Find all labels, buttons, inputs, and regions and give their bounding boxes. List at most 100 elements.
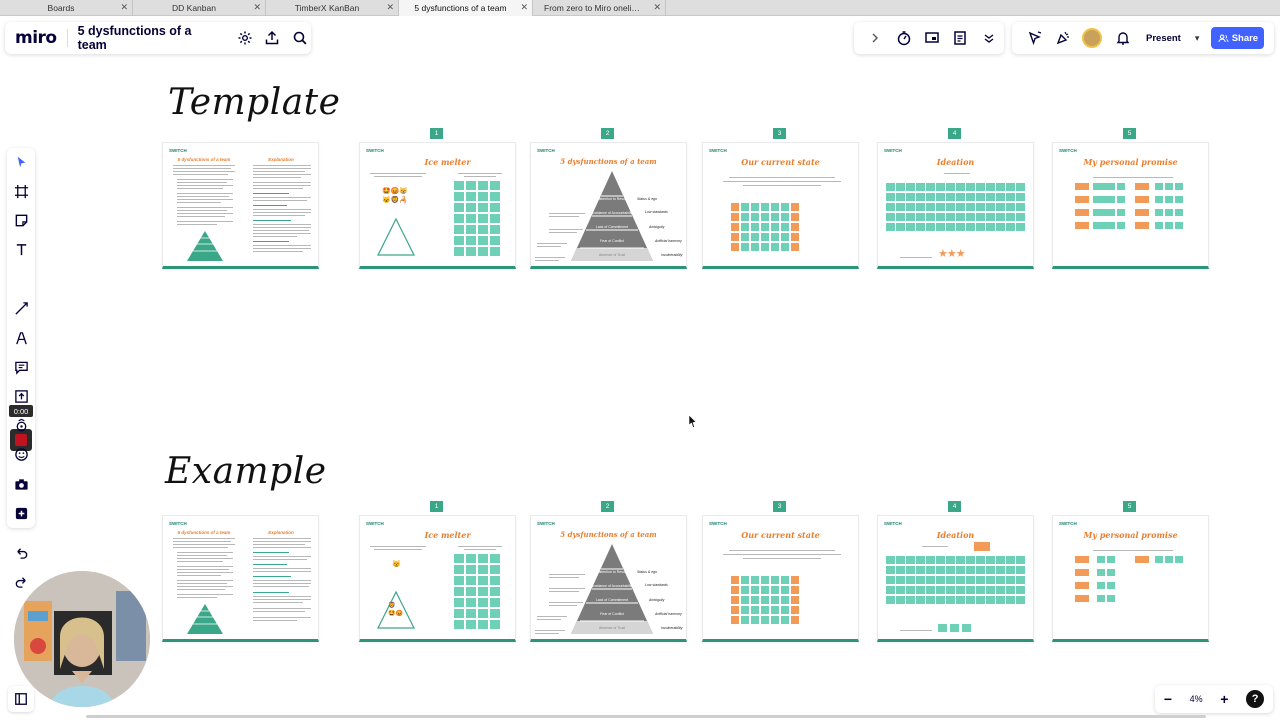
sticky-note xyxy=(454,192,464,201)
browser-tab-timberx[interactable]: TimberX KanBan ✕ xyxy=(266,0,399,16)
sticky-note xyxy=(466,192,476,201)
emoji-icon[interactable] xyxy=(7,442,35,466)
cursor-icon[interactable] xyxy=(1024,27,1046,49)
upload-icon[interactable] xyxy=(7,384,35,408)
sticky-note-icon[interactable] xyxy=(7,208,35,232)
pen-icon[interactable] xyxy=(7,326,35,350)
sticky-note xyxy=(490,565,500,574)
sticky-note xyxy=(466,609,476,618)
sticky-note xyxy=(986,183,995,191)
frame-ice-melter-template[interactable]: SWITCH Ice melter 🤩😡😸 🐱🦁🦂 xyxy=(359,142,516,269)
sticky-note xyxy=(751,606,759,614)
board-title[interactable]: 5 dysfunctions of a team xyxy=(78,24,222,52)
chevron-down-icon[interactable] xyxy=(978,27,1000,49)
frame-promise-example[interactable]: SWITCH My personal promise xyxy=(1052,515,1209,642)
sticky-note xyxy=(1175,556,1183,563)
close-tab-icon[interactable]: ✕ xyxy=(520,2,528,13)
comment-icon[interactable] xyxy=(7,355,35,379)
sticky-note xyxy=(896,596,905,604)
bell-icon[interactable] xyxy=(1112,27,1134,49)
sticky-note xyxy=(791,223,799,231)
horizontal-scrollbar[interactable] xyxy=(86,715,1206,718)
text-icon[interactable] xyxy=(7,237,35,261)
frame-intro-template[interactable]: SWITCH 5 dysfunctions of a team Explanat… xyxy=(162,142,319,269)
close-tab-icon[interactable]: ✕ xyxy=(386,2,394,13)
avatar[interactable] xyxy=(1082,28,1102,48)
close-tab-icon[interactable]: ✕ xyxy=(120,2,128,13)
shapes-icon[interactable] xyxy=(7,413,35,437)
frame-current-state-template[interactable]: SWITCH Our current state xyxy=(702,142,859,269)
sticky-note xyxy=(490,598,500,607)
sticky-note xyxy=(1006,183,1015,191)
webcam-video[interactable] xyxy=(14,571,150,707)
zoom-out-button[interactable]: − xyxy=(1164,691,1172,707)
sticky-note xyxy=(1006,213,1015,221)
frame-promise-template[interactable]: SWITCH My personal promise xyxy=(1052,142,1209,269)
connection-line-icon[interactable] xyxy=(7,296,35,320)
sticky-note xyxy=(886,566,895,574)
redo-icon[interactable] xyxy=(7,569,35,593)
frame-current-state-example[interactable]: SWITCH Our current state xyxy=(702,515,859,642)
sticky-note xyxy=(741,586,749,594)
sticky-note xyxy=(466,565,476,574)
frame-intro-example[interactable]: SWITCH 5 dysfunctions of a team Explanat… xyxy=(162,515,319,642)
sticky-note xyxy=(454,554,464,563)
sticky-note xyxy=(781,243,789,251)
sticky-note xyxy=(478,192,488,201)
browser-tab-5-dysfunctions[interactable]: 5 dysfunctions of a team ✕ xyxy=(399,0,533,16)
close-tab-icon[interactable]: ✕ xyxy=(253,2,261,13)
sticky-note xyxy=(966,586,975,594)
sticky-note xyxy=(1097,582,1105,589)
sticky-note xyxy=(926,223,935,231)
sticky-note xyxy=(906,193,915,201)
sticky-note xyxy=(916,556,925,564)
frame-icon[interactable] xyxy=(7,179,35,203)
frame-ideation-example[interactable]: SWITCH Ideation xyxy=(877,515,1034,642)
sticky-note xyxy=(926,586,935,594)
sticky-note xyxy=(741,616,749,624)
frame-pyramid-example[interactable]: SWITCH 5 dysfunctions of a team Inattent… xyxy=(530,515,687,642)
sticky-note xyxy=(976,193,985,201)
emoji-stickers: 🤩😡😸 🐱🦁🦂 xyxy=(382,188,409,204)
close-tab-icon[interactable]: ✕ xyxy=(653,2,661,13)
sticky-note xyxy=(761,223,769,231)
miro-logo[interactable]: miro xyxy=(15,28,57,48)
camera-icon[interactable] xyxy=(7,472,35,496)
sticky-note xyxy=(791,233,799,241)
share-button[interactable]: Share xyxy=(1211,27,1265,49)
screen-icon[interactable] xyxy=(921,27,943,49)
upload-icon[interactable] xyxy=(262,27,284,49)
party-icon[interactable] xyxy=(1052,27,1074,49)
help-button[interactable]: ? xyxy=(1246,690,1265,708)
sticky-note xyxy=(1117,222,1125,229)
board-list-icon[interactable] xyxy=(8,686,34,712)
chevron-right-icon[interactable] xyxy=(864,27,886,49)
timer-icon[interactable] xyxy=(893,27,915,49)
zoom-in-button[interactable]: + xyxy=(1220,691,1228,707)
browser-tab-boards[interactable]: Boards ✕ xyxy=(0,0,133,16)
sticky-note xyxy=(1165,183,1173,190)
sticky-note xyxy=(906,213,915,221)
sticky-note xyxy=(1016,586,1025,594)
gear-icon[interactable] xyxy=(234,27,256,49)
select-cursor-icon[interactable] xyxy=(7,150,35,174)
plus-icon[interactable] xyxy=(7,501,35,525)
present-button[interactable]: Present xyxy=(1146,33,1181,44)
chevron-down-icon[interactable]: ▾ xyxy=(1195,33,1200,44)
sticky-note xyxy=(761,576,769,584)
frame-pyramid-template[interactable]: SWITCH 5 dysfunctions of a team Inattent… xyxy=(530,142,687,269)
frame-ideation-template[interactable]: SWITCH Ideation ★★★ xyxy=(877,142,1034,269)
sticky-note xyxy=(751,586,759,594)
browser-tab-dd-kanban[interactable]: DD Kanban ✕ xyxy=(133,0,266,16)
frame-number-badge: 1 xyxy=(430,501,443,512)
undo-icon[interactable] xyxy=(7,540,35,564)
sticky-note xyxy=(1016,213,1025,221)
zoom-level[interactable]: 4% xyxy=(1190,694,1203,704)
sticky-note xyxy=(886,576,895,584)
notes-icon[interactable] xyxy=(949,27,971,49)
browser-tab-from-zero[interactable]: From zero to Miro onelinewhiteboard.com✕ xyxy=(533,0,666,16)
sticky-note xyxy=(478,214,488,223)
sticky-note xyxy=(1016,576,1025,584)
search-icon[interactable] xyxy=(289,27,311,49)
frame-ice-melter-example[interactable]: SWITCH Ice melter 😸 🦁 🤩😡 xyxy=(359,515,516,642)
